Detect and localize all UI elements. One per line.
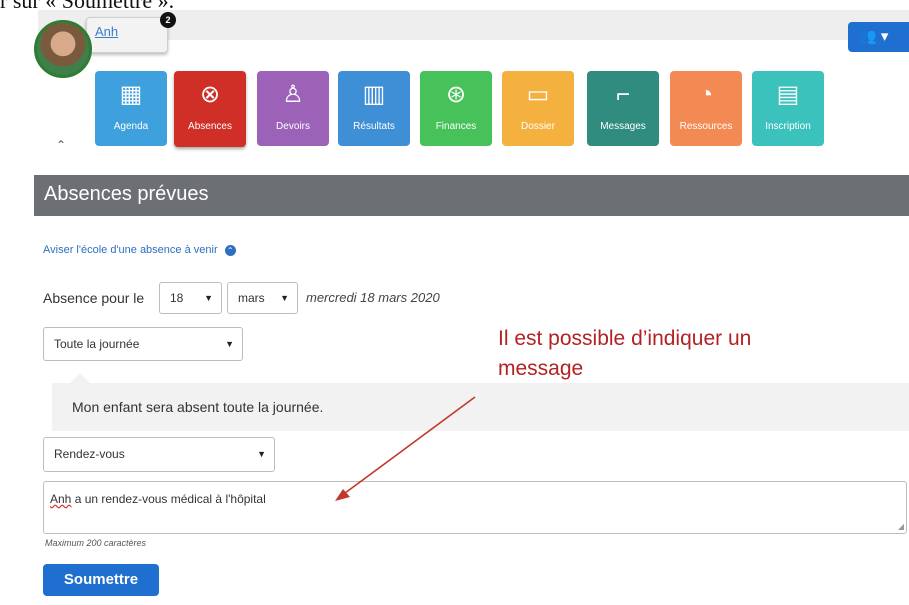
annotation-arrow-line: [340, 396, 476, 497]
annotation-arrow: [335, 396, 476, 501]
